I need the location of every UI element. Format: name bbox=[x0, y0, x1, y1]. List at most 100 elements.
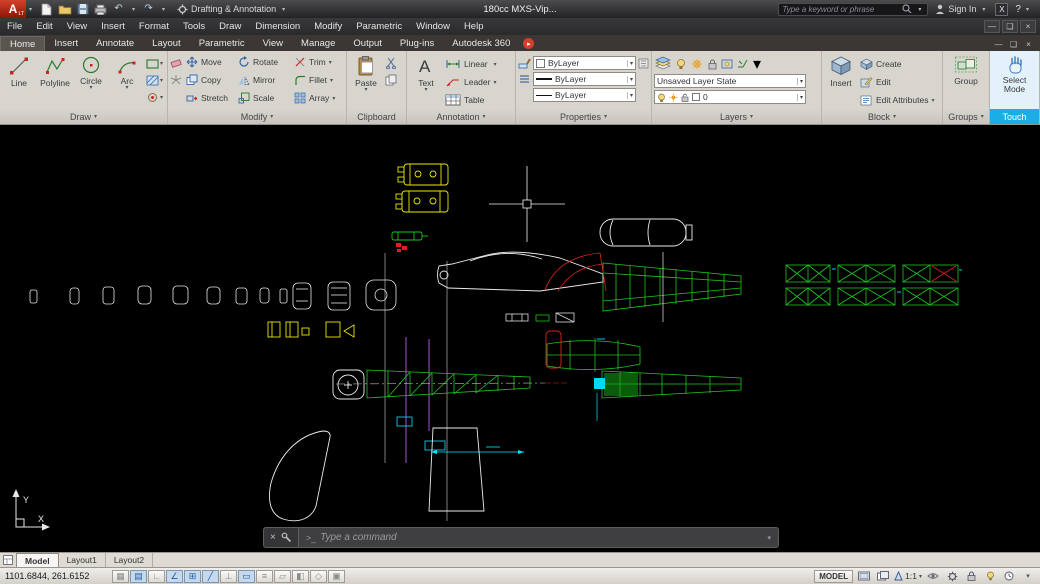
panel-title-modify[interactable]: Modify▾ bbox=[168, 109, 346, 124]
tab-plugins[interactable]: Plug-ins bbox=[391, 36, 443, 51]
tab-home[interactable]: Home bbox=[0, 36, 45, 51]
layer-isolate-icon[interactable] bbox=[721, 58, 734, 70]
toggle-polar[interactable]: ∠ bbox=[166, 570, 183, 583]
array-tool[interactable]: Array▾ bbox=[292, 92, 342, 104]
menu-file[interactable]: File bbox=[0, 18, 29, 35]
copy-tool[interactable]: Copy bbox=[184, 74, 236, 86]
toggle-snap[interactable]: ▦ bbox=[112, 570, 129, 583]
new-file-icon[interactable] bbox=[39, 2, 54, 16]
clock-icon[interactable] bbox=[1001, 570, 1017, 583]
menu-window[interactable]: Window bbox=[409, 18, 457, 35]
layer-off-icon[interactable] bbox=[675, 58, 688, 70]
panel-title-clipboard[interactable]: Clipboard bbox=[347, 109, 406, 124]
layer-properties-icon[interactable] bbox=[654, 56, 672, 71]
mirror-tool[interactable]: Mirror bbox=[236, 74, 292, 86]
panel-title-block[interactable]: Block▾ bbox=[822, 109, 942, 124]
lineweight-dropdown[interactable]: ByLayer▾ bbox=[533, 72, 636, 86]
customize-wrench-icon[interactable] bbox=[281, 532, 292, 543]
tab-manage[interactable]: Manage bbox=[292, 36, 344, 51]
circle-tool[interactable]: Circle ▾ bbox=[74, 53, 108, 109]
save-icon[interactable] bbox=[75, 2, 90, 16]
close-button[interactable]: × bbox=[1020, 20, 1036, 33]
copy-clip-tool[interactable] bbox=[385, 73, 397, 87]
toggle-ortho[interactable]: ∟ bbox=[148, 570, 165, 583]
command-line[interactable]: × >_ ▾ bbox=[263, 527, 779, 548]
search-box[interactable]: ▾ bbox=[778, 3, 928, 16]
linear-flyout-icon[interactable]: ▾ bbox=[493, 61, 499, 68]
menu-dimension[interactable]: Dimension bbox=[248, 18, 307, 35]
tab-output[interactable]: Output bbox=[344, 36, 391, 51]
panel-title-layers[interactable]: Layers▾ bbox=[652, 109, 821, 124]
isolate-objects-icon[interactable] bbox=[982, 570, 998, 583]
layer-state-dropdown[interactable]: Unsaved Layer State▾ bbox=[654, 74, 806, 88]
arc-flyout-icon[interactable]: ▾ bbox=[125, 86, 128, 91]
erase-tool[interactable] bbox=[170, 56, 182, 70]
paste-tool[interactable]: Paste ▾ bbox=[349, 53, 383, 109]
search-input[interactable] bbox=[782, 5, 899, 14]
toggle-lwt[interactable]: ≡ bbox=[256, 570, 273, 583]
rectangle-tool[interactable]: ▾ bbox=[146, 56, 163, 70]
leader-flyout-icon[interactable]: ▾ bbox=[493, 79, 499, 86]
command-line-close-icon[interactable]: × bbox=[270, 532, 276, 543]
menu-tools[interactable]: Tools bbox=[176, 18, 212, 35]
tab-layout[interactable]: Layout bbox=[143, 36, 190, 51]
polyline-tool[interactable]: Polyline bbox=[38, 53, 72, 109]
tab-layout2[interactable]: Layout2 bbox=[106, 553, 153, 567]
toggle-am[interactable]: ▣ bbox=[328, 570, 345, 583]
text-tool[interactable]: A Text ▾ bbox=[409, 53, 443, 109]
clean-screen-icon[interactable]: ▾ bbox=[1020, 570, 1036, 583]
doc-close-icon[interactable]: × bbox=[1022, 40, 1035, 49]
edit-attributes-flyout-icon[interactable]: ▾ bbox=[931, 97, 937, 104]
panel-title-annotation[interactable]: Annotation▾ bbox=[407, 109, 515, 124]
model-space-button[interactable]: MODEL bbox=[814, 570, 853, 583]
toolbar-lock-icon[interactable] bbox=[963, 570, 979, 583]
scale-tool[interactable]: Scale bbox=[236, 92, 292, 104]
toggle-qp[interactable]: ◧ bbox=[292, 570, 309, 583]
tab-insert[interactable]: Insert bbox=[45, 36, 87, 51]
unlock-icon[interactable] bbox=[681, 93, 689, 102]
edit-attributes-tool[interactable]: Edit Attributes▾ bbox=[860, 92, 937, 108]
annotation-scale-button[interactable]: 1:1▾ bbox=[894, 571, 922, 581]
toggle-grid[interactable]: ▤ bbox=[130, 570, 147, 583]
sign-in-button[interactable]: Sign In ▾ bbox=[935, 4, 988, 14]
trim-flyout-icon[interactable]: ▾ bbox=[329, 59, 332, 66]
cut-tool[interactable] bbox=[385, 56, 397, 70]
leader-tool[interactable]: Leader▾ bbox=[445, 74, 499, 90]
quick-view-layouts-icon[interactable] bbox=[856, 570, 872, 583]
linetype-dropdown[interactable]: ByLayer▾ bbox=[533, 88, 636, 102]
plot-icon[interactable] bbox=[93, 2, 108, 16]
doc-restore-icon[interactable]: ❑ bbox=[1007, 40, 1020, 49]
redo-caret-icon[interactable]: ▾ bbox=[159, 6, 168, 13]
properties-list-tool[interactable] bbox=[518, 73, 531, 87]
select-mode-tool[interactable]: Select Mode bbox=[993, 53, 1037, 109]
layer-lock-icon[interactable] bbox=[707, 58, 718, 70]
paste-flyout-icon[interactable]: ▾ bbox=[364, 88, 367, 93]
a360-sync-icon[interactable]: ▸ bbox=[523, 38, 534, 49]
quick-view-drawings-icon[interactable] bbox=[875, 570, 891, 583]
layer-match-icon[interactable] bbox=[737, 58, 750, 70]
trim-tool[interactable]: Trim▾ bbox=[292, 56, 342, 68]
sun-icon[interactable] bbox=[669, 93, 678, 102]
tab-layout1[interactable]: Layout1 bbox=[59, 553, 106, 567]
move-tool[interactable]: Move bbox=[184, 56, 236, 68]
circle-flyout-icon[interactable]: ▾ bbox=[89, 86, 92, 91]
menu-draw[interactable]: Draw bbox=[212, 18, 248, 35]
open-file-icon[interactable] bbox=[57, 2, 72, 16]
menu-format[interactable]: Format bbox=[132, 18, 176, 35]
boundary-tool[interactable]: ▾ bbox=[146, 90, 163, 104]
array-flyout-icon[interactable]: ▾ bbox=[332, 95, 335, 102]
menu-insert[interactable]: Insert bbox=[94, 18, 132, 35]
search-icon[interactable] bbox=[902, 4, 912, 14]
toggle-tpy[interactable]: ▱ bbox=[274, 570, 291, 583]
match-properties-tool[interactable] bbox=[518, 56, 531, 70]
group-tool[interactable]: Group bbox=[949, 53, 983, 109]
panel-title-properties[interactable]: Properties▾ bbox=[516, 109, 651, 124]
current-layer-dropdown[interactable]: 0▾ bbox=[654, 90, 806, 104]
layer-freeze-icon[interactable] bbox=[691, 58, 704, 70]
tab-parametric[interactable]: Parametric bbox=[190, 36, 254, 51]
text-flyout-icon[interactable]: ▾ bbox=[424, 88, 427, 93]
tab-annotate[interactable]: Annotate bbox=[87, 36, 143, 51]
menu-edit[interactable]: Edit bbox=[29, 18, 59, 35]
toggle-dyn[interactable]: ▭ bbox=[238, 570, 255, 583]
workspace-switch-gear-icon[interactable] bbox=[944, 570, 960, 583]
